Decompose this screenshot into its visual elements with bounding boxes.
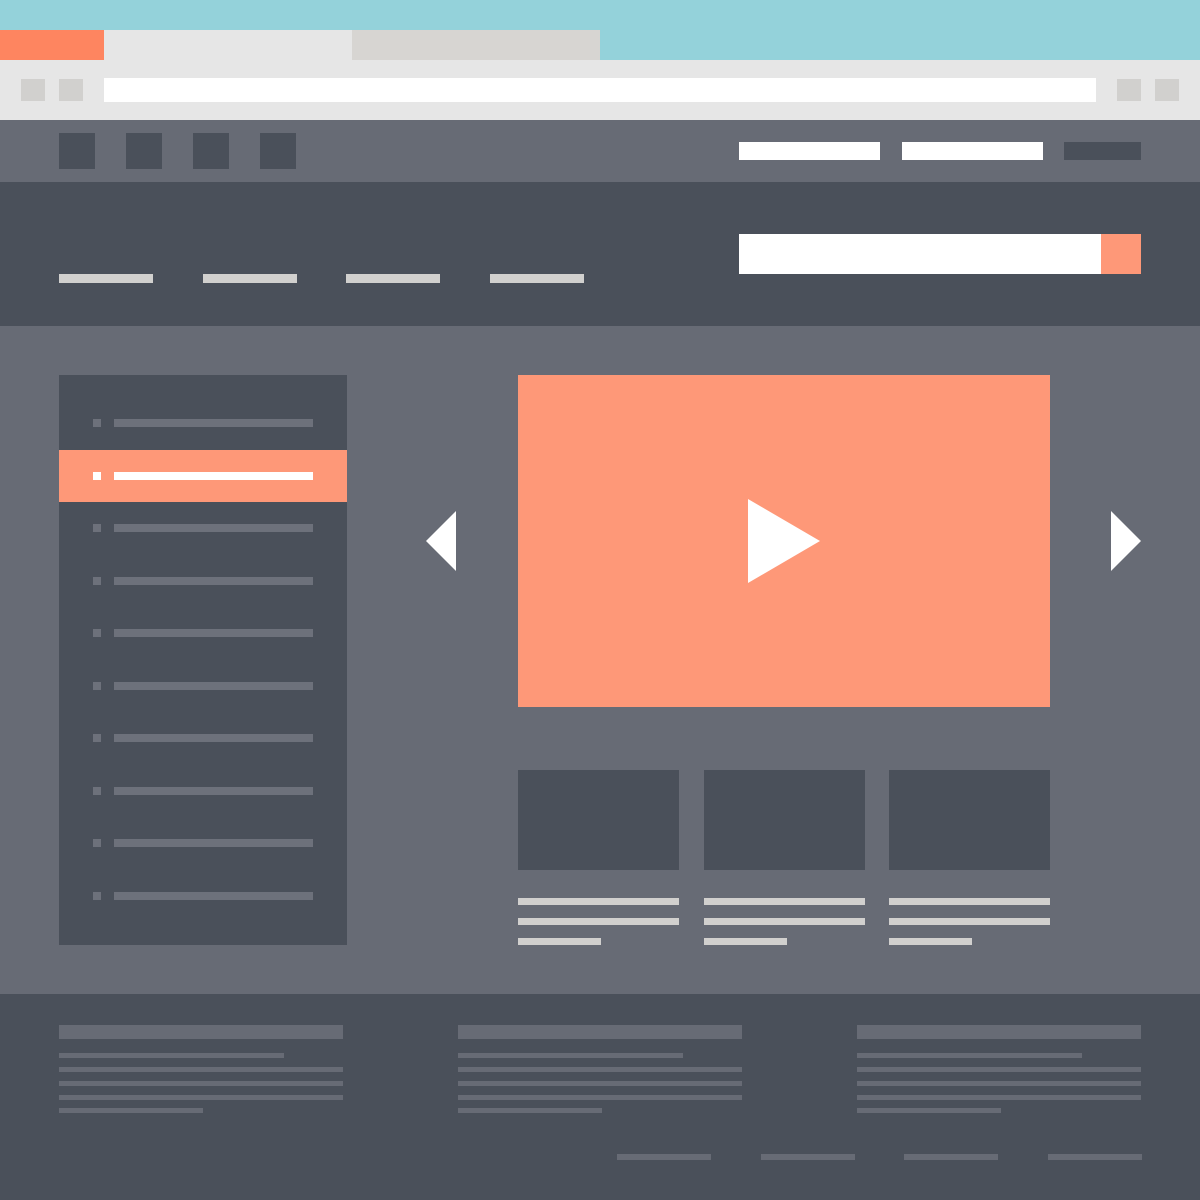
footer-text-line	[458, 1108, 602, 1113]
sidebar-item[interactable]	[59, 660, 347, 712]
search-button[interactable]	[1101, 234, 1141, 274]
footer-text-line	[857, 1067, 1141, 1072]
nav-menu-item-2[interactable]	[203, 274, 297, 283]
sidebar-item-label	[114, 681, 313, 690]
browser-tab-3[interactable]	[352, 30, 600, 60]
sidebar-item-bullet	[93, 681, 101, 690]
sidebar-item-label	[114, 891, 313, 900]
play-icon[interactable]	[746, 499, 822, 583]
footer-text-line	[857, 1053, 1082, 1058]
footer-link[interactable]	[617, 1154, 711, 1160]
thumbnail-caption-line	[703, 898, 865, 905]
thumbnail-image[interactable]	[518, 770, 679, 870]
footer-column-heading	[458, 1025, 742, 1039]
sidebar-item-bullet	[93, 734, 101, 742]
sidebar-item[interactable]	[59, 765, 347, 817]
top-link-2[interactable]	[902, 142, 1043, 160]
sidebar-item[interactable]	[59, 607, 347, 659]
footer-text-line	[59, 1067, 343, 1072]
search-input[interactable]	[739, 234, 1101, 274]
address-bar[interactable]	[104, 78, 1096, 102]
sidebar-item[interactable]	[59, 870, 347, 922]
sidebar-item[interactable]	[59, 712, 347, 764]
back-button[interactable]	[21, 79, 45, 101]
footer-text-line	[59, 1108, 203, 1113]
nav-menu-item-3[interactable]	[346, 274, 440, 283]
sidebar-item[interactable]	[59, 555, 347, 607]
footer-text-line	[59, 1053, 284, 1058]
thumbnail-image[interactable]	[889, 770, 1050, 870]
thumbnail-caption-line	[703, 938, 787, 945]
sidebar-item-bullet	[93, 629, 101, 637]
social-icon-3[interactable]	[193, 133, 229, 169]
social-icon-4[interactable]	[260, 133, 296, 169]
sidebar-item-label	[114, 524, 313, 532]
thumbnail-caption-line	[518, 918, 679, 925]
sidebar-item[interactable]	[59, 817, 347, 869]
social-icon-2[interactable]	[126, 133, 162, 169]
footer-text-line	[458, 1081, 742, 1086]
footer-text-line	[857, 1095, 1141, 1100]
sidebar-item[interactable]	[59, 502, 347, 554]
thumbnail-caption-line	[703, 918, 865, 925]
thumbnail-caption-line	[518, 938, 601, 945]
footer-text-line	[59, 1095, 343, 1100]
footer-text-line	[458, 1053, 683, 1058]
sidebar-item-label	[114, 839, 313, 847]
footer-text-line	[857, 1108, 1001, 1113]
footer-column-heading	[857, 1025, 1141, 1039]
sidebar-item-bullet	[93, 891, 101, 900]
thumbnail-image[interactable]	[703, 770, 865, 870]
social-icon-1[interactable]	[59, 133, 95, 169]
thumbnail-caption-line	[889, 898, 1050, 905]
browser-tab-active[interactable]	[0, 30, 104, 60]
top-link-1[interactable]	[739, 142, 880, 160]
sidebar-item-bullet	[93, 576, 101, 585]
sidebar-item-label	[114, 786, 313, 795]
sidebar-item-bullet	[93, 524, 101, 532]
footer-text-line	[458, 1095, 742, 1100]
chevron-left-icon[interactable]	[426, 511, 458, 573]
footer-text-line	[458, 1067, 742, 1072]
sidebar-item-label	[114, 629, 313, 637]
footer-column-heading	[59, 1025, 343, 1039]
footer-link[interactable]	[1047, 1154, 1142, 1160]
chevron-right-icon[interactable]	[1110, 511, 1142, 573]
nav-menu-item-1[interactable]	[59, 274, 153, 283]
thumbnail-caption-line	[518, 898, 679, 905]
sidebar-item-label	[114, 471, 313, 480]
sidebar-item-bullet	[93, 839, 101, 847]
sidebar-item-bullet	[93, 419, 101, 427]
footer-link[interactable]	[904, 1154, 998, 1160]
menu-button[interactable]	[1155, 79, 1179, 101]
footer-link[interactable]	[760, 1154, 855, 1160]
sidebar-item-bullet	[93, 786, 101, 795]
extension-button[interactable]	[1117, 79, 1141, 101]
thumbnail-caption-line	[889, 918, 1050, 925]
footer-text-line	[857, 1081, 1141, 1086]
footer-text-line	[59, 1081, 343, 1086]
sidebar-item-label	[114, 419, 313, 427]
top-link-3[interactable]	[1064, 142, 1141, 160]
nav-menu-item-4[interactable]	[490, 274, 584, 283]
thumbnail-caption-line	[889, 938, 972, 945]
forward-button[interactable]	[59, 79, 83, 101]
browser-tab-2[interactable]	[104, 30, 352, 60]
sidebar-item-label	[114, 576, 313, 585]
sidebar-item[interactable]	[59, 397, 347, 449]
sidebar-item[interactable]	[59, 449, 347, 502]
sidebar-item-bullet	[93, 471, 101, 480]
sidebar-item-label	[114, 734, 313, 742]
